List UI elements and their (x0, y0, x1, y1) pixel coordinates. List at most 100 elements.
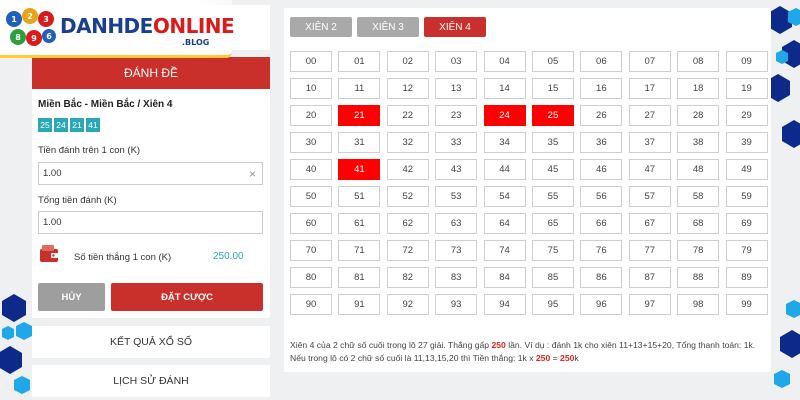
number-cell-51[interactable]: 51 (338, 186, 381, 207)
number-cell-57[interactable]: 57 (628, 186, 671, 207)
number-cell-68[interactable]: 68 (677, 213, 720, 234)
number-cell-58[interactable]: 58 (677, 186, 720, 207)
number-cell-09[interactable]: 09 (725, 51, 768, 72)
number-cell-24[interactable]: 24 (483, 105, 526, 126)
number-cell-90[interactable]: 90 (290, 294, 332, 315)
number-cell-44[interactable]: 44 (483, 159, 526, 180)
place-bet-button[interactable]: ĐẶT CƯỢC (111, 283, 263, 311)
number-cell-13[interactable]: 13 (435, 78, 478, 99)
results-link[interactable]: KẾT QUẢ XỔ SỐ (32, 326, 270, 358)
number-cell-27[interactable]: 27 (628, 105, 671, 126)
number-cell-01[interactable]: 01 (338, 51, 381, 72)
number-cell-49[interactable]: 49 (725, 159, 768, 180)
number-cell-31[interactable]: 31 (338, 132, 381, 153)
number-cell-28[interactable]: 28 (677, 105, 720, 126)
number-cell-94[interactable]: 94 (483, 294, 526, 315)
number-cell-61[interactable]: 61 (338, 213, 381, 234)
number-cell-75[interactable]: 75 (531, 240, 574, 261)
number-cell-42[interactable]: 42 (386, 159, 429, 180)
clear-icon[interactable]: × (249, 167, 256, 181)
number-cell-32[interactable]: 32 (386, 132, 429, 153)
number-cell-53[interactable]: 53 (435, 186, 478, 207)
number-cell-81[interactable]: 81 (338, 267, 381, 288)
history-link[interactable]: LỊCH SỬ ĐÁNH (32, 365, 270, 397)
number-cell-21[interactable]: 21 (338, 105, 381, 126)
number-cell-62[interactable]: 62 (386, 213, 429, 234)
number-cell-14[interactable]: 14 (483, 78, 526, 99)
number-cell-50[interactable]: 50 (290, 186, 332, 207)
number-cell-46[interactable]: 46 (580, 159, 623, 180)
number-cell-22[interactable]: 22 (386, 105, 429, 126)
number-cell-54[interactable]: 54 (483, 186, 526, 207)
number-cell-12[interactable]: 12 (386, 78, 429, 99)
number-cell-37[interactable]: 37 (628, 132, 671, 153)
number-cell-95[interactable]: 95 (531, 294, 574, 315)
number-cell-80[interactable]: 80 (290, 267, 332, 288)
number-cell-85[interactable]: 85 (531, 267, 574, 288)
tab-xien-2[interactable]: XIÊN 2 (290, 17, 352, 37)
number-cell-64[interactable]: 64 (483, 213, 526, 234)
number-cell-02[interactable]: 02 (386, 51, 429, 72)
number-cell-05[interactable]: 05 (531, 51, 574, 72)
number-cell-56[interactable]: 56 (580, 186, 623, 207)
total-input[interactable]: 1.00 (38, 211, 263, 234)
number-cell-23[interactable]: 23 (435, 105, 478, 126)
number-cell-38[interactable]: 38 (677, 132, 720, 153)
number-cell-67[interactable]: 67 (628, 213, 671, 234)
number-cell-86[interactable]: 86 (580, 267, 623, 288)
number-cell-48[interactable]: 48 (677, 159, 720, 180)
number-cell-60[interactable]: 60 (290, 213, 332, 234)
number-cell-45[interactable]: 45 (531, 159, 574, 180)
number-cell-91[interactable]: 91 (338, 294, 381, 315)
number-cell-39[interactable]: 39 (725, 132, 768, 153)
number-cell-72[interactable]: 72 (386, 240, 429, 261)
tab-xien-4[interactable]: XIÊN 4 (424, 17, 486, 37)
number-cell-15[interactable]: 15 (531, 78, 574, 99)
number-cell-99[interactable]: 99 (725, 294, 768, 315)
number-cell-36[interactable]: 36 (580, 132, 623, 153)
number-cell-29[interactable]: 29 (725, 105, 768, 126)
number-cell-18[interactable]: 18 (677, 78, 720, 99)
number-cell-83[interactable]: 83 (435, 267, 478, 288)
number-cell-73[interactable]: 73 (435, 240, 478, 261)
number-cell-97[interactable]: 97 (628, 294, 671, 315)
number-cell-47[interactable]: 47 (628, 159, 671, 180)
number-cell-69[interactable]: 69 (725, 213, 768, 234)
number-cell-98[interactable]: 98 (677, 294, 720, 315)
number-cell-70[interactable]: 70 (290, 240, 332, 261)
number-cell-74[interactable]: 74 (483, 240, 526, 261)
number-cell-43[interactable]: 43 (435, 159, 478, 180)
number-cell-35[interactable]: 35 (531, 132, 574, 153)
number-cell-87[interactable]: 87 (628, 267, 671, 288)
cancel-button[interactable]: HỦY (38, 283, 105, 311)
number-cell-25[interactable]: 25 (531, 105, 574, 126)
number-cell-79[interactable]: 79 (725, 240, 768, 261)
number-cell-59[interactable]: 59 (725, 186, 768, 207)
number-cell-84[interactable]: 84 (483, 267, 526, 288)
number-cell-63[interactable]: 63 (435, 213, 478, 234)
number-cell-07[interactable]: 07 (628, 51, 671, 72)
number-cell-71[interactable]: 71 (338, 240, 381, 261)
number-cell-40[interactable]: 40 (290, 159, 332, 180)
number-cell-16[interactable]: 16 (580, 78, 623, 99)
number-cell-20[interactable]: 20 (290, 105, 332, 126)
number-cell-08[interactable]: 08 (677, 51, 720, 72)
stake-input[interactable]: 1.00 × (38, 162, 263, 185)
number-cell-78[interactable]: 78 (677, 240, 720, 261)
number-cell-76[interactable]: 76 (580, 240, 623, 261)
number-cell-10[interactable]: 10 (290, 78, 332, 99)
number-cell-82[interactable]: 82 (386, 267, 429, 288)
site-logo[interactable]: 1 2 3 8 9 6 DANHDEONLINE .BLOG (0, 0, 235, 58)
number-cell-41[interactable]: 41 (338, 159, 381, 180)
number-cell-26[interactable]: 26 (580, 105, 623, 126)
tab-xien-3[interactable]: XIÊN 3 (357, 17, 419, 37)
number-cell-88[interactable]: 88 (677, 267, 720, 288)
number-cell-66[interactable]: 66 (580, 213, 623, 234)
number-cell-19[interactable]: 19 (725, 78, 768, 99)
number-cell-34[interactable]: 34 (483, 132, 526, 153)
number-cell-92[interactable]: 92 (386, 294, 429, 315)
number-cell-30[interactable]: 30 (290, 132, 332, 153)
number-cell-89[interactable]: 89 (725, 267, 768, 288)
number-cell-93[interactable]: 93 (435, 294, 478, 315)
number-cell-65[interactable]: 65 (531, 213, 574, 234)
